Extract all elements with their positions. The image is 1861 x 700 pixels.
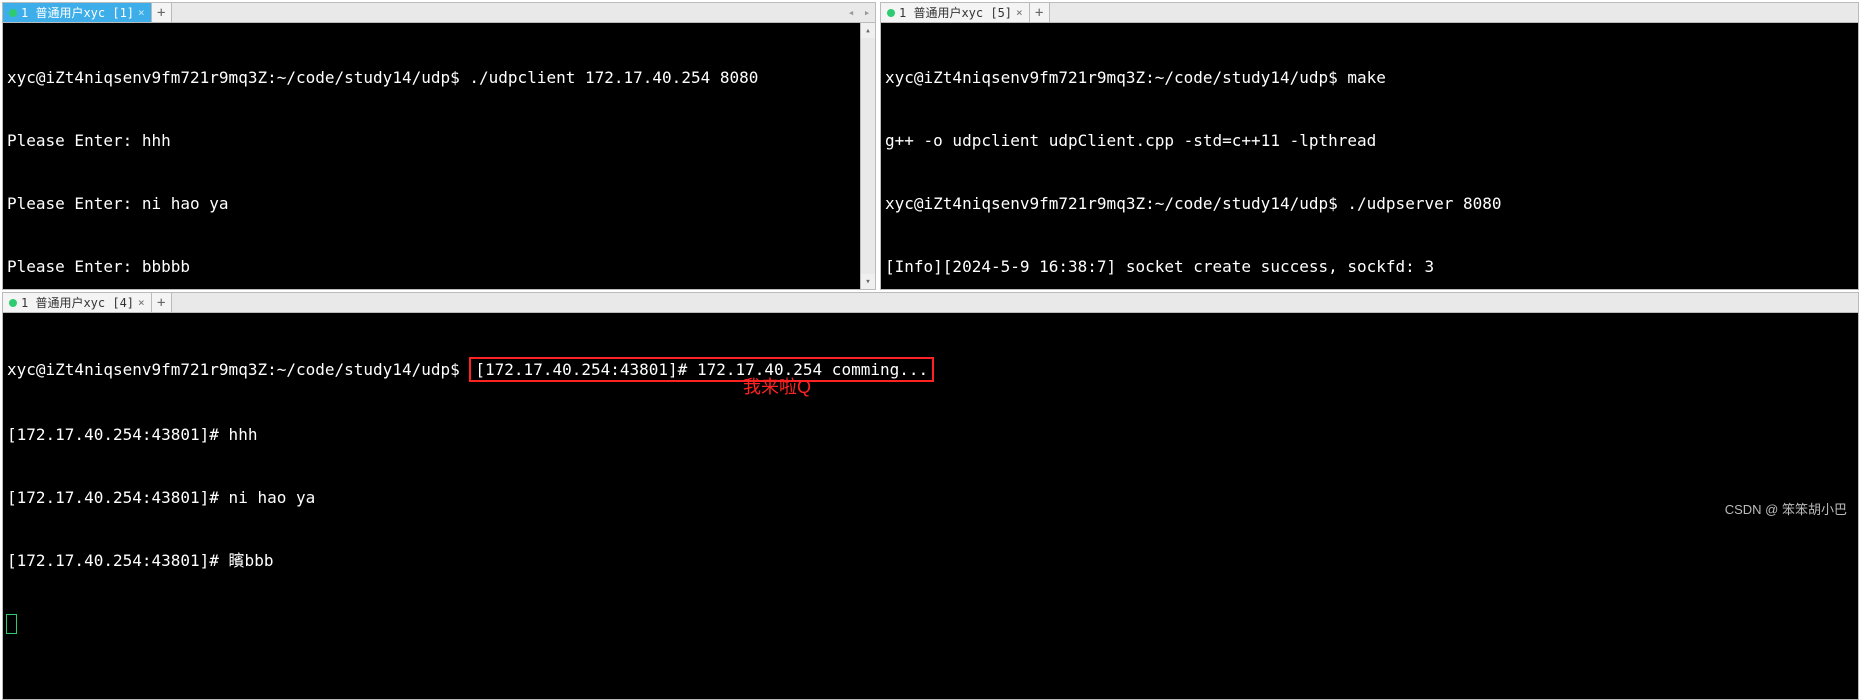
terminal-line: [Info][2024-5-9 16:38:7] socket create s…	[885, 256, 1854, 277]
terminal-server[interactable]: xyc@iZt4niqsenv9fm721r9mq3Z:~/code/study…	[881, 23, 1858, 289]
terminal-line: xyc@iZt4niqsenv9fm721r9mq3Z:~/code/study…	[885, 67, 1854, 88]
terminal-line: [172.17.40.254:43801]# 矉bbb	[7, 550, 1858, 571]
terminal-line: xyc@iZt4niqsenv9fm721r9mq3Z:~/code/study…	[885, 193, 1854, 214]
command-text: ./udpclient 172.17.40.254 8080	[469, 68, 758, 87]
status-dot-icon	[9, 299, 17, 307]
tab-scroll-left-icon[interactable]: ◂	[843, 3, 859, 22]
new-tab-button[interactable]: +	[152, 293, 172, 312]
scrollbar[interactable]: ▴ ▾	[860, 23, 875, 289]
command-text: ./udpserver 8080	[1347, 194, 1501, 213]
tabbar-client: 1 普通用户xyc [1] × + ◂ ▸	[3, 3, 875, 23]
tabbar-spacer	[172, 293, 1858, 312]
terminal-line: [172.17.40.254:43801]# ni hao ya	[7, 487, 1858, 508]
terminal-line: g++ -o udpclient udpClient.cpp -std=c++1…	[885, 130, 1854, 151]
terminal-line: Please Enter: ni hao ya	[7, 193, 875, 214]
close-icon[interactable]: ×	[138, 296, 145, 309]
terminal-line	[7, 613, 1858, 634]
terminal-line: [172.17.40.254:43801]# hhh	[7, 424, 1858, 445]
tab-label: 1 普通用户xyc [1]	[21, 4, 134, 21]
status-dot-icon	[9, 9, 17, 17]
pane-server: 1 普通用户xyc [5] × + xyc@iZt4niqsenv9fm721r…	[880, 2, 1859, 290]
new-tab-button[interactable]: +	[152, 3, 172, 22]
new-tab-button[interactable]: +	[1030, 3, 1050, 22]
tab-receiver[interactable]: 1 普通用户xyc [4] ×	[3, 293, 152, 312]
cursor-icon	[7, 615, 16, 633]
prompt: xyc@iZt4niqsenv9fm721r9mq3Z:~/code/study…	[885, 194, 1338, 213]
prompt: xyc@iZt4niqsenv9fm721r9mq3Z:~/code/study…	[7, 360, 460, 379]
scroll-down-icon[interactable]: ▾	[861, 274, 875, 289]
tab-client[interactable]: 1 普通用户xyc [1] ×	[3, 3, 152, 22]
tab-scroll-right-icon[interactable]: ▸	[859, 3, 875, 22]
prompt: xyc@iZt4niqsenv9fm721r9mq3Z:~/code/study…	[7, 68, 460, 87]
pane-receiver: 1 普通用户xyc [4] × + xyc@iZt4niqsenv9fm721r…	[2, 292, 1859, 700]
command-text: make	[1347, 68, 1386, 87]
watermark: CSDN @ 笨笨胡小巴	[1725, 499, 1847, 518]
tabbar-spacer	[1050, 3, 1858, 22]
tabbar-server: 1 普通用户xyc [5] × +	[881, 3, 1858, 23]
tab-server[interactable]: 1 普通用户xyc [5] ×	[881, 3, 1030, 22]
annotation-text: 我来啦Q	[743, 377, 811, 398]
terminal-line: xyc@iZt4niqsenv9fm721r9mq3Z:~/code/study…	[7, 67, 875, 88]
tab-label: 1 普通用户xyc [5]	[899, 4, 1012, 21]
scroll-up-icon[interactable]: ▴	[861, 23, 875, 38]
close-icon[interactable]: ×	[1016, 6, 1023, 19]
close-icon[interactable]: ×	[138, 6, 145, 19]
highlight-box: [172.17.40.254:43801]# 172.17.40.254 com…	[469, 357, 934, 382]
prompt: xyc@iZt4niqsenv9fm721r9mq3Z:~/code/study…	[885, 68, 1338, 87]
tabbar-receiver: 1 普通用户xyc [4] × +	[3, 293, 1858, 313]
pane-client: 1 普通用户xyc [1] × + ◂ ▸ xyc@iZt4niqsenv9fm…	[2, 2, 876, 290]
tab-label: 1 普通用户xyc [4]	[21, 294, 134, 311]
terminal-line: xyc@iZt4niqsenv9fm721r9mq3Z:~/code/study…	[7, 357, 1858, 382]
terminal-line: Please Enter: bbbbb	[7, 256, 875, 277]
status-dot-icon	[887, 9, 895, 17]
terminal-client[interactable]: xyc@iZt4niqsenv9fm721r9mq3Z:~/code/study…	[3, 23, 875, 289]
terminal-line: Please Enter: hhh	[7, 130, 875, 151]
terminal-receiver[interactable]: xyc@iZt4niqsenv9fm721r9mq3Z:~/code/study…	[3, 313, 1858, 699]
tabbar-spacer	[172, 3, 843, 22]
